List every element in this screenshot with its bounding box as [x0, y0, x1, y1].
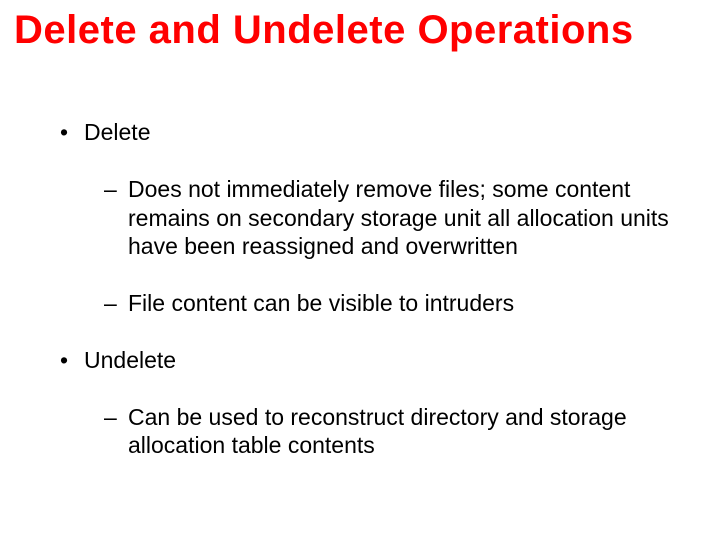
slide: Delete and Undelete Operations Delete Do…	[0, 0, 720, 540]
subbullet-undelete-1: Can be used to reconstruct directory and…	[104, 403, 680, 461]
bullet-undelete: Undelete	[60, 346, 680, 375]
slide-body: Delete Does not immediately remove files…	[60, 100, 680, 470]
bullet-delete: Delete	[60, 118, 680, 147]
slide-title: Delete and Undelete Operations	[14, 8, 710, 52]
subbullet-delete-2: File content can be visible to intruders	[104, 289, 680, 318]
subbullet-delete-1: Does not immediately remove files; some …	[104, 175, 680, 261]
